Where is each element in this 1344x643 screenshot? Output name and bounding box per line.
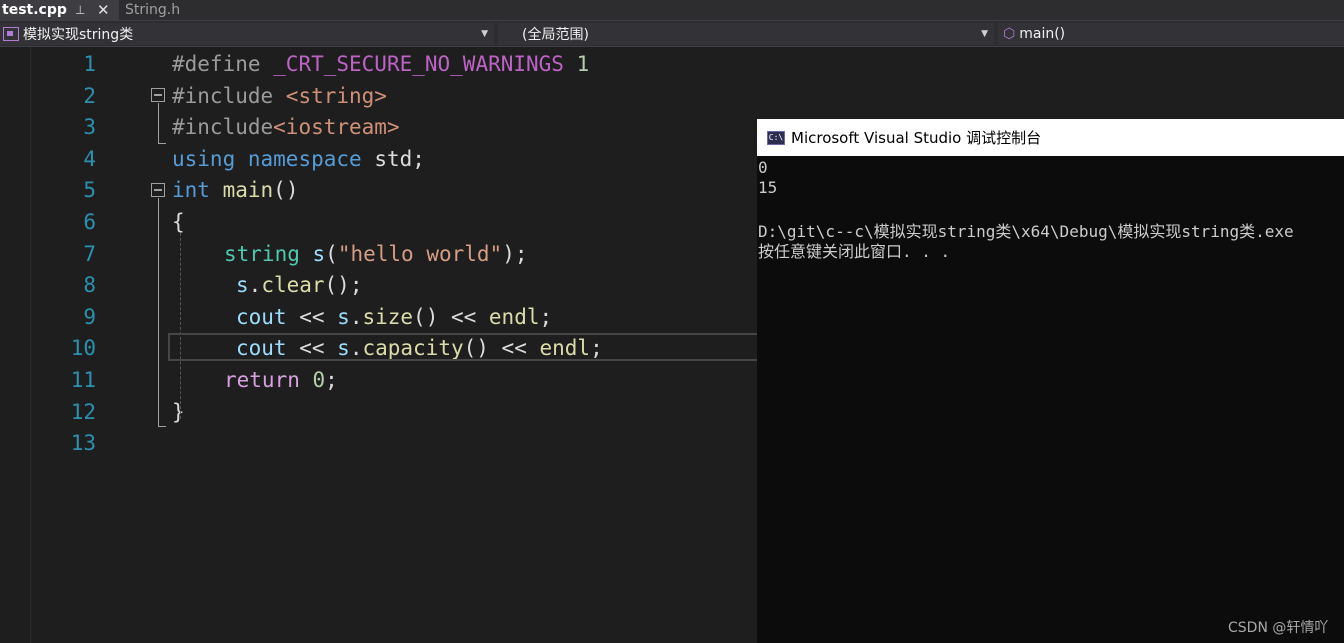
code-token: endl [488, 304, 540, 329]
navigation-bar: 模拟实现string类 ▼ (全局范围) ▼ ⬡ main() [0, 20, 1344, 47]
console-line: 0 [758, 158, 768, 177]
code-line: int main() [172, 178, 298, 202]
line-number: 9 [83, 304, 96, 329]
member-label: main() [1019, 26, 1066, 42]
outline-line [158, 198, 159, 426]
code-token: int [172, 178, 210, 203]
code-token: s [312, 241, 326, 266]
code-token: cout [236, 304, 287, 329]
line-number: 12 [70, 399, 96, 424]
code-line: cout << s.size() << endl; [236, 305, 552, 329]
console-line: 按任意键关闭此窗口. . . [758, 242, 951, 261]
code-token: _CRT_SECURE_NO_WARNINGS [273, 52, 564, 76]
collapse-icon[interactable] [151, 183, 165, 197]
code-token: (); [324, 273, 363, 298]
line-number: 2 [83, 83, 96, 108]
code-token: <iostream> [273, 115, 400, 140]
code-token: 1 [563, 52, 590, 76]
console-line: 15 [758, 178, 778, 197]
code-token: ; [325, 368, 338, 392]
close-icon[interactable]: ✕ [97, 1, 110, 19]
code-line: #include<iostream> [172, 115, 400, 139]
code-token: main [222, 178, 274, 203]
cube-icon: ⬡ [1003, 26, 1016, 42]
project-label: 模拟实现string类 [23, 27, 134, 43]
code-token: <string> [285, 83, 387, 108]
code-token: { [172, 210, 185, 234]
scope-label: (全局范围) [522, 27, 589, 43]
line-number: 11 [70, 368, 96, 392]
chevron-down-icon[interactable]: ▼ [981, 29, 988, 39]
line-number: 7 [83, 241, 96, 266]
code-token: "hello world" [337, 241, 503, 266]
code-token: ( [325, 241, 338, 266]
code-line: { [172, 210, 185, 234]
code-token: std; [361, 146, 425, 171]
code-token: string [224, 241, 300, 266]
code-token: ; [539, 304, 553, 329]
pin-icon[interactable]: ⊥ [75, 3, 85, 17]
project-icon [3, 27, 19, 41]
code-token: #include [172, 115, 274, 140]
member-dropdown[interactable]: ⬡ main() [998, 23, 1344, 45]
outline-end [158, 426, 166, 427]
line-number: 8 [83, 273, 96, 298]
code-token: #define [172, 52, 274, 76]
code-token: s [236, 273, 249, 298]
code-line: #include <string> [172, 84, 387, 108]
code-token: clear [261, 273, 325, 298]
code-token: return [224, 368, 300, 392]
code-token: } [172, 399, 185, 424]
line-number: 13 [70, 431, 96, 456]
collapse-icon[interactable] [151, 88, 165, 102]
tab-label: String.h [125, 2, 181, 18]
code-line: using namespace std; [172, 147, 425, 171]
code-token: () [273, 178, 299, 203]
chevron-down-icon[interactable]: ▼ [481, 29, 488, 39]
console-icon: C:\ [767, 130, 785, 145]
code-token: using [172, 146, 236, 171]
indent-guide [180, 233, 181, 419]
line-number: 1 [83, 52, 96, 76]
console-output: 0 15 D:\git\c--c\模拟实现string类\x64\Debug\模… [757, 156, 1344, 643]
line-number: 3 [83, 115, 96, 140]
outline-line [158, 103, 159, 143]
code-line: } [172, 400, 185, 424]
debug-console-window[interactable]: C:\ Microsoft Visual Studio 调试控制台 0 15 D… [757, 119, 1344, 643]
console-title: Microsoft Visual Studio 调试控制台 [791, 129, 1042, 147]
project-dropdown[interactable]: 模拟实现string类 ▼ [0, 23, 494, 45]
tab-string-h[interactable]: String.h [121, 0, 239, 20]
scope-dropdown[interactable]: (全局范围) ▼ [498, 23, 994, 45]
code-line: s.clear(); [236, 273, 362, 297]
tab-label: test.cpp [2, 2, 67, 18]
document-tab-bar: test.cpp ⊥ ✕ String.h [0, 0, 1344, 20]
tab-test-cpp[interactable]: test.cpp ⊥ ✕ [0, 0, 119, 20]
outline-end [158, 143, 166, 144]
watermark: CSDN @轩情吖 [1228, 620, 1329, 636]
console-title-bar[interactable]: C:\ Microsoft Visual Studio 调试控制台 [757, 119, 1344, 156]
line-number: 4 [83, 146, 96, 171]
code-token: () << [413, 304, 489, 329]
code-token: . [248, 273, 262, 298]
code-line: string s("hello world"); [224, 242, 528, 266]
code-token: << [286, 304, 338, 329]
code-token: . [349, 304, 363, 329]
code-token: 0 [312, 368, 326, 392]
line-number: 5 [83, 178, 96, 203]
code-line: return 0; [224, 368, 338, 392]
code-token: #include [172, 83, 286, 108]
line-number: 10 [70, 336, 96, 361]
line-number: 6 [83, 210, 96, 234]
code-token: namespace [247, 146, 362, 171]
code-token: s [337, 304, 350, 329]
code-line: #define _CRT_SECURE_NO_WARNINGS 1 [172, 52, 589, 76]
code-token: size [362, 304, 414, 329]
current-line-highlight [168, 333, 768, 361]
code-token: ); [502, 241, 528, 266]
